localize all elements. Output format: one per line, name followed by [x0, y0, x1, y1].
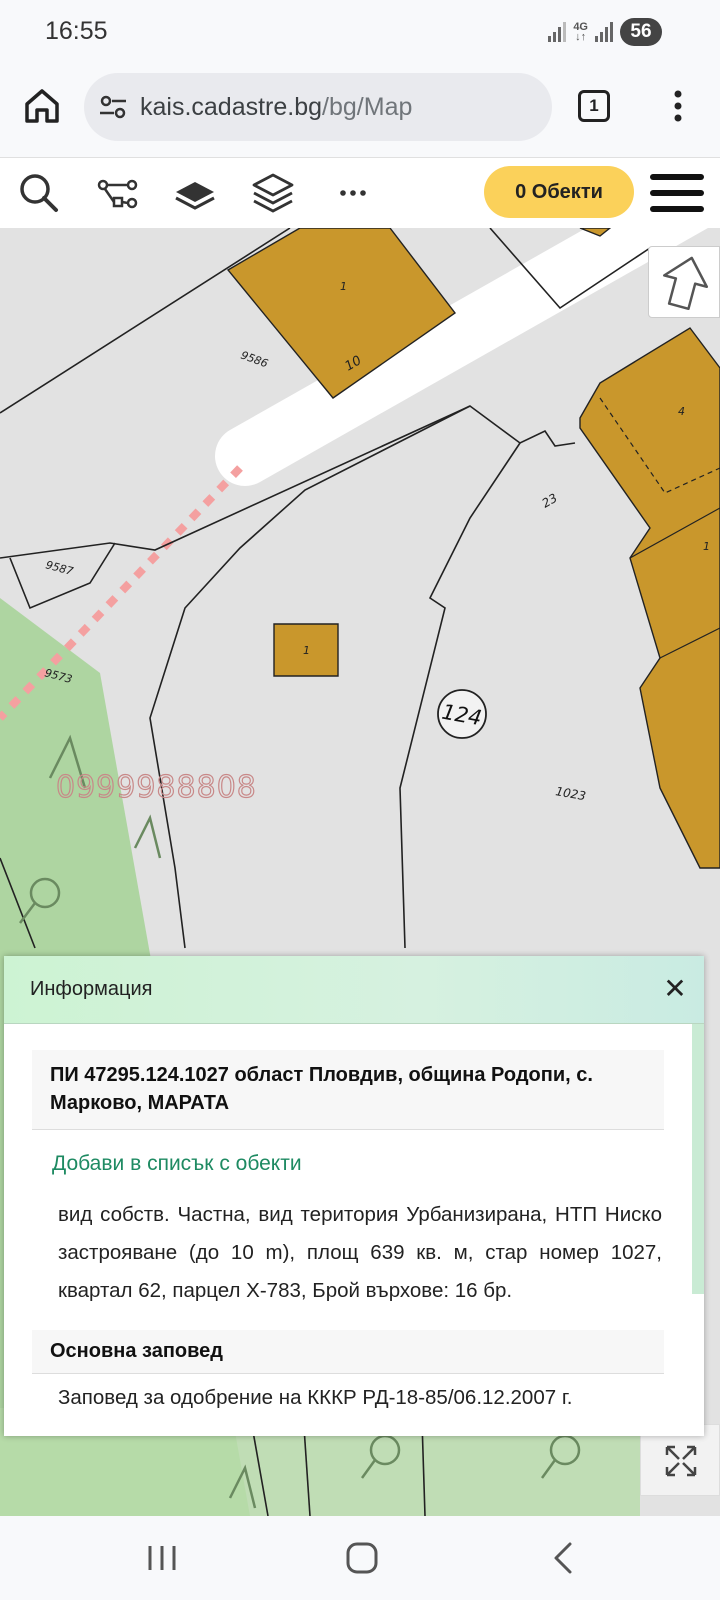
home-nav-icon[interactable]: [340, 1536, 384, 1580]
building-3[interactable]: [579, 327, 720, 869]
north-arrow-icon: [663, 256, 709, 311]
map-toolbar: 0 Обекти: [0, 158, 720, 228]
info-panel: Информация ✕ ПИ 47295.124.1027 област Пл…: [4, 956, 704, 1436]
svg-text:4: 4: [678, 405, 685, 418]
svg-text:23: 23: [540, 491, 560, 511]
svg-text:1: 1: [303, 644, 310, 657]
status-icons: 4G ↓↑ 56: [547, 18, 662, 46]
browser-toolbar: kais.cadastre.bg/bg/Map 1: [0, 64, 720, 158]
panel-scrollbar[interactable]: [692, 1024, 704, 1294]
home-icon[interactable]: [22, 86, 62, 126]
close-icon[interactable]: ✕: [660, 974, 690, 1004]
search-icon[interactable]: [16, 170, 62, 216]
status-bar: 16:55 4G ↓↑ 56: [0, 0, 720, 64]
order-heading: Основна заповед: [32, 1330, 664, 1374]
browser-menu-icon[interactable]: [666, 86, 690, 126]
info-panel-body: ПИ 47295.124.1027 област Пловдив, община…: [4, 1024, 692, 1436]
url-text: kais.cadastre.bg/bg/Map: [140, 93, 413, 121]
order-text: Заповед за одобрение на КККР РД-18-85/06…: [58, 1386, 573, 1409]
layers-stack-icon[interactable]: [250, 170, 296, 216]
parcel-heading: ПИ 47295.124.1027 област Пловдив, община…: [32, 1050, 664, 1130]
system-nav-bar: [0, 1516, 720, 1600]
status-time: 16:55: [45, 17, 108, 45]
network-type: 4G ↓↑: [573, 21, 588, 43]
watermark: 0999988808: [55, 769, 257, 805]
svg-text:9586: 9586: [239, 349, 270, 371]
svg-text:9587: 9587: [44, 558, 74, 578]
signal-icon-2: [595, 22, 613, 42]
svg-text:1: 1: [340, 280, 347, 293]
layer-icon[interactable]: [172, 170, 218, 216]
signal-icon: [548, 22, 567, 42]
more-icon[interactable]: [330, 170, 376, 216]
objects-button[interactable]: 0 Обекти: [484, 166, 634, 218]
add-to-objects-link[interactable]: Добави в списък с обекти: [52, 1152, 692, 1176]
battery-indicator: 56: [620, 18, 662, 46]
tab-switcher-button[interactable]: 1: [578, 90, 610, 122]
north-arrow-button[interactable]: [648, 246, 720, 318]
svg-text:1023: 1023: [554, 784, 587, 803]
hamburger-menu-icon[interactable]: [650, 172, 704, 214]
back-icon[interactable]: [542, 1536, 586, 1580]
info-panel-title: Информация: [30, 978, 153, 1000]
address-bar[interactable]: kais.cadastre.bg/bg/Map: [84, 73, 552, 141]
site-settings-icon[interactable]: [98, 92, 128, 122]
parcel-description: вид собств. Частна, вид територия Урбани…: [58, 1203, 662, 1302]
info-panel-header: Информация ✕: [4, 956, 704, 1024]
recent-apps-icon[interactable]: [140, 1536, 184, 1580]
svg-text:1: 1: [703, 540, 710, 553]
route-icon[interactable]: [94, 170, 140, 216]
